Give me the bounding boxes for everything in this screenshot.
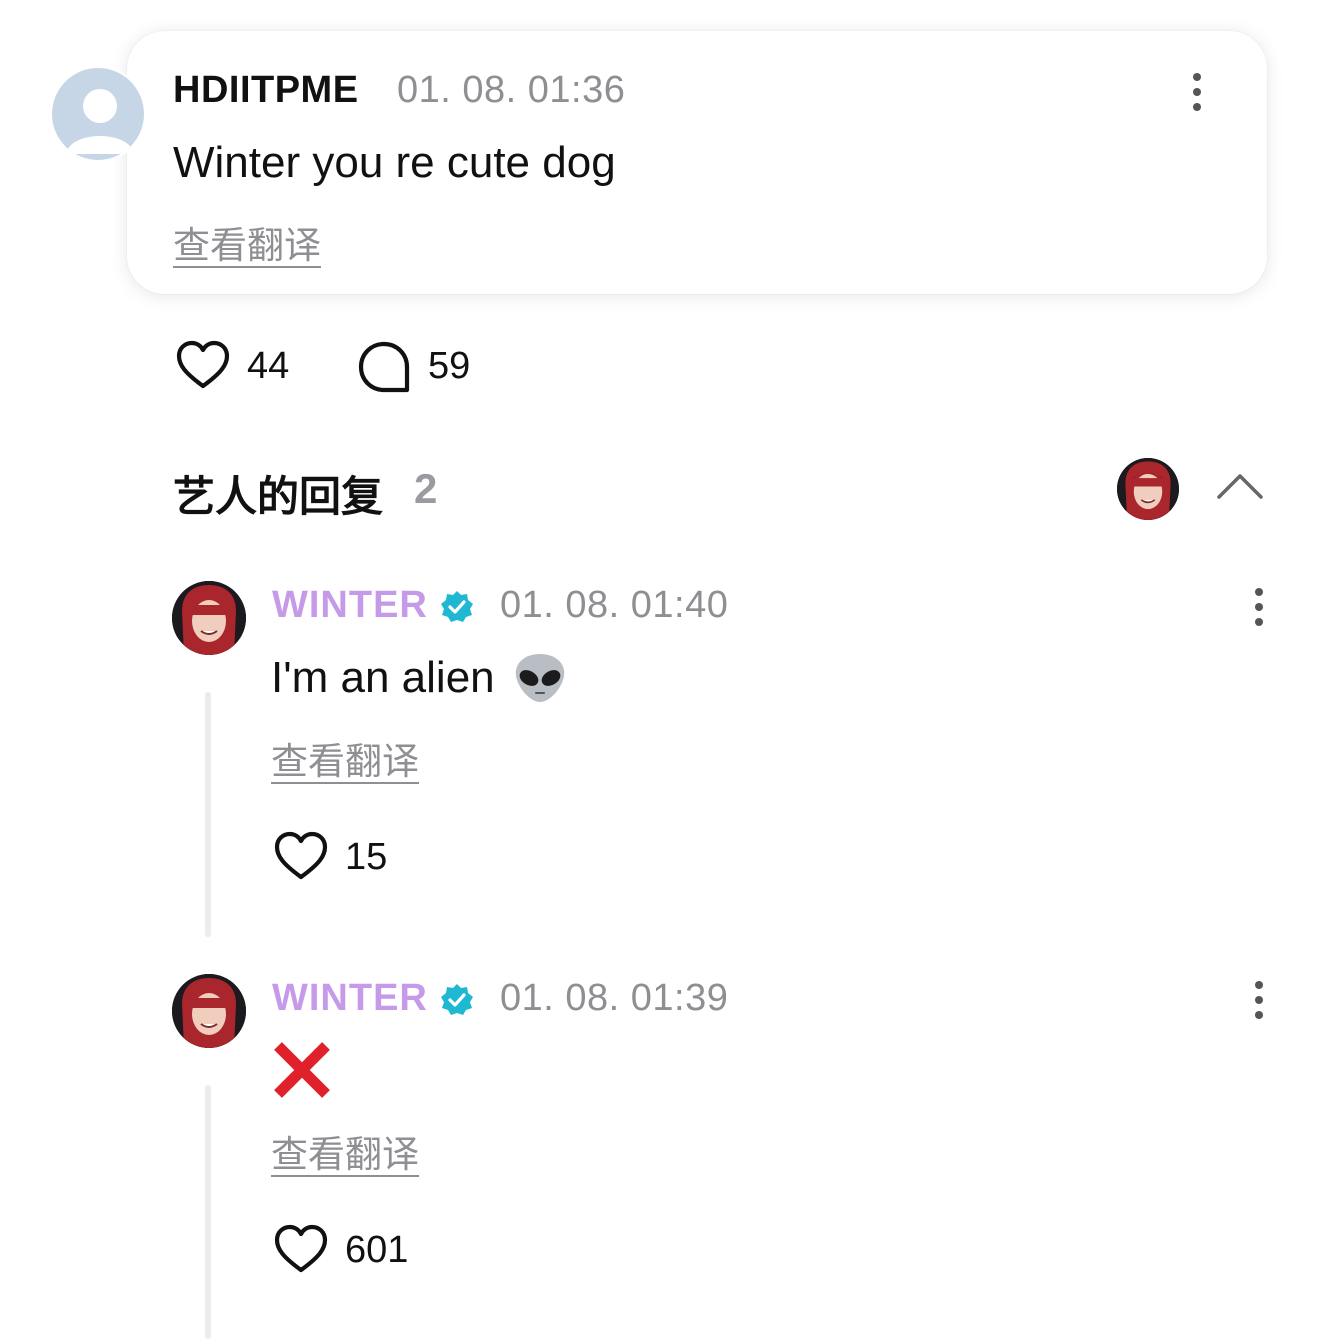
like-button[interactable] — [175, 338, 231, 394]
artist-replies-count: 2 — [414, 465, 438, 512]
artist-avatar-image — [172, 581, 246, 655]
comment-text: Winter you re cute dog — [173, 138, 616, 187]
more-options-icon[interactable] — [1251, 588, 1267, 628]
reply-time: 01. 08. 01:39 — [500, 977, 729, 1019]
verified-badge-icon — [439, 589, 475, 625]
comment-card: HDIITPME 01. 08. 01:36 Winter you re cut… — [127, 31, 1267, 294]
artist-avatar[interactable] — [172, 581, 246, 655]
alien-emoji-icon — [512, 652, 568, 704]
thread-line — [205, 692, 211, 937]
more-options-icon[interactable] — [1189, 73, 1205, 113]
verified-badge-icon — [439, 982, 475, 1018]
collapse-button[interactable] — [1216, 470, 1264, 502]
translate-link[interactable]: 查看翻译 — [271, 1124, 419, 1178]
artist-avatar-image — [172, 974, 246, 1048]
heart-icon — [274, 831, 328, 880]
like-button[interactable] — [273, 1222, 329, 1278]
comment-username[interactable]: HDIITPME — [173, 69, 359, 112]
like-count: 15 — [345, 836, 388, 878]
translate-link[interactable]: 查看翻译 — [173, 215, 321, 269]
reply-time: 01. 08. 01:40 — [500, 584, 729, 626]
artist-avatar-small[interactable] — [1117, 458, 1179, 520]
heart-icon — [274, 1224, 328, 1273]
translate-link[interactable]: 查看翻译 — [271, 731, 419, 785]
artist-name[interactable]: WINTER — [272, 584, 428, 627]
thread-line — [205, 1085, 211, 1339]
reply-button[interactable] — [357, 340, 411, 394]
reply-count: 59 — [428, 345, 471, 387]
more-options-icon[interactable] — [1251, 981, 1267, 1021]
heart-icon — [176, 340, 230, 389]
artist-avatar-image — [1117, 458, 1179, 520]
like-count: 44 — [247, 345, 290, 387]
artist-name[interactable]: WINTER — [272, 977, 428, 1020]
comment-bubble-icon — [358, 341, 410, 393]
chevron-up-icon — [1217, 474, 1263, 499]
like-count: 601 — [345, 1229, 409, 1271]
user-avatar[interactable] — [50, 66, 146, 162]
like-button[interactable] — [273, 829, 329, 885]
artist-replies-title: 艺人的回复 — [173, 472, 384, 521]
cross-mark-emoji-icon — [272, 1040, 332, 1100]
artist-avatar[interactable] — [172, 974, 246, 1048]
reply-text: I'm an alien — [271, 653, 495, 702]
default-avatar-icon — [66, 89, 134, 154]
comment-time: 01. 08. 01:36 — [397, 69, 626, 111]
